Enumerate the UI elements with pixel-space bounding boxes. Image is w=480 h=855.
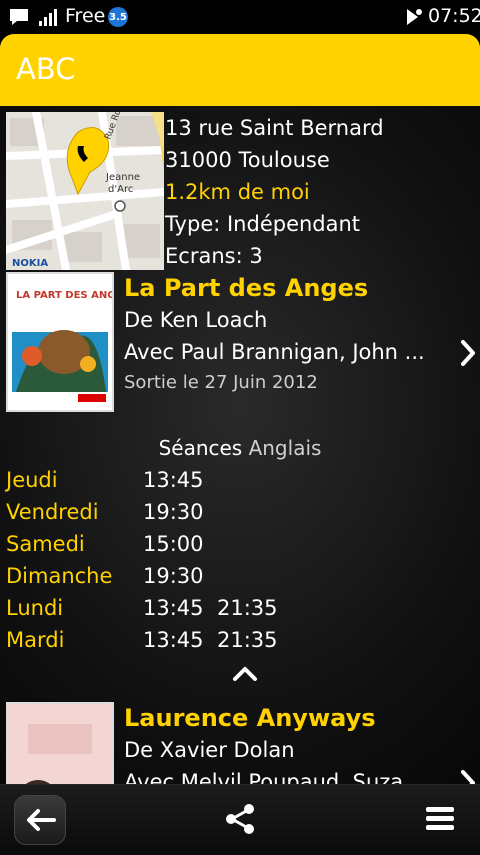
bottom-toolbar: [0, 784, 480, 855]
movie-title: La Part des Anges: [124, 274, 369, 302]
movie-director: De Ken Loach: [124, 308, 268, 332]
notification-icon: [10, 9, 28, 25]
map-thumbnail[interactable]: Rue Roque Jeanne d'Arc NOKIA: [6, 112, 164, 270]
carrier-name: Free: [65, 5, 106, 27]
showtime-day: Jeudi: [6, 468, 58, 492]
movie-title: Laurence Anyways: [124, 704, 376, 732]
nokia-map-logo: NOKIA: [12, 258, 48, 269]
address-line-2: 31000 Toulouse: [165, 148, 330, 172]
cinema-detail[interactable]: Rue Roque Jeanne d'Arc NOKIA 13 rue Sain…: [0, 106, 480, 784]
showtime[interactable]: 13:45: [143, 468, 204, 492]
movie-cast: Avec Paul Brannigan, John ...: [124, 340, 425, 364]
showtimes-title: Séances: [158, 436, 243, 460]
map-place-label-1: Jeanne: [105, 172, 140, 183]
map-place-label-2: d'Arc: [108, 184, 133, 195]
showtime-day: Vendredi: [6, 500, 99, 524]
distance-label[interactable]: 1.2km de moi: [165, 180, 310, 204]
movie-cast: Avec Melvil Poupaud, Suza...: [124, 770, 424, 784]
showtime[interactable]: 13:45: [143, 596, 204, 620]
header-bar: ABC: [0, 34, 480, 106]
showtime[interactable]: 19:30: [143, 500, 204, 524]
showtime[interactable]: 21:35: [217, 596, 278, 620]
signal-icon: [39, 9, 57, 26]
back-arrow-icon: [27, 809, 56, 831]
poster-title: LA PART DES ANGES: [16, 290, 112, 301]
movie-director: De Xavier Dolan: [124, 738, 295, 762]
network-type-badge: 3.5: [108, 7, 128, 27]
menu-icon[interactable]: [424, 805, 456, 833]
chevron-up-icon[interactable]: [232, 666, 258, 682]
map-image: Rue Roque Jeanne d'Arc NOKIA: [6, 112, 164, 270]
showtime[interactable]: 19:30: [143, 564, 204, 588]
showtime-day: Samedi: [6, 532, 85, 556]
screen-count: Ecrans: 3: [165, 244, 263, 268]
movie-poster[interactable]: LA PART DES ANGES: [6, 272, 114, 412]
showtimes-language: Anglais: [248, 436, 322, 460]
showtime[interactable]: 13:45: [143, 628, 204, 652]
share-icon[interactable]: [224, 803, 256, 835]
movie-poster[interactable]: [6, 702, 114, 784]
status-bar: Free 3.5 07:52: [0, 0, 480, 34]
showtime-day: Dimanche: [6, 564, 113, 588]
chevron-right-icon[interactable]: [458, 768, 478, 784]
cinema-type: Type: Indépendant: [165, 212, 361, 236]
notification-flag-icon: [407, 9, 422, 25]
showtime[interactable]: 15:00: [143, 532, 204, 556]
chevron-right-icon[interactable]: [458, 338, 478, 368]
back-button[interactable]: [14, 795, 66, 845]
showtime-day: Mardi: [6, 628, 65, 652]
showtime[interactable]: 21:35: [217, 628, 278, 652]
page-title: ABC: [16, 52, 76, 86]
showtime-day: Lundi: [6, 596, 64, 620]
movie-release-date: Sortie le 27 Juin 2012: [124, 372, 318, 393]
clock: 07:52: [428, 5, 480, 27]
address-line-1: 13 rue Saint Bernard: [165, 116, 384, 140]
showtimes-heading: Séances Anglais: [0, 436, 480, 460]
